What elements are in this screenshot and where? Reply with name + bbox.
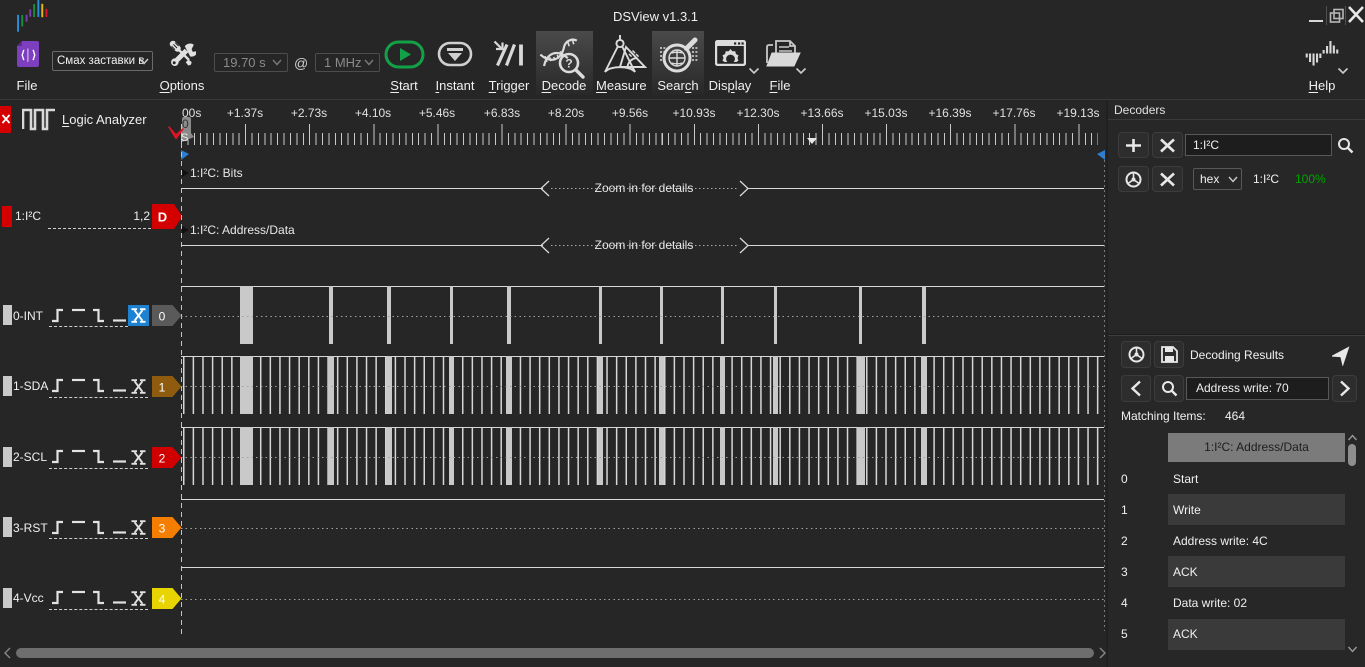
svg-text:0: 0 <box>159 309 166 323</box>
svg-text:⟨│⟩: ⟨│⟩ <box>21 48 36 63</box>
svg-text:2: 2 <box>159 451 166 465</box>
svg-text:3: 3 <box>159 522 166 536</box>
svg-text:?: ? <box>565 57 572 71</box>
svg-text:4: 4 <box>159 592 166 606</box>
svg-text:D: D <box>158 209 167 224</box>
svg-text:1: 1 <box>159 380 166 394</box>
